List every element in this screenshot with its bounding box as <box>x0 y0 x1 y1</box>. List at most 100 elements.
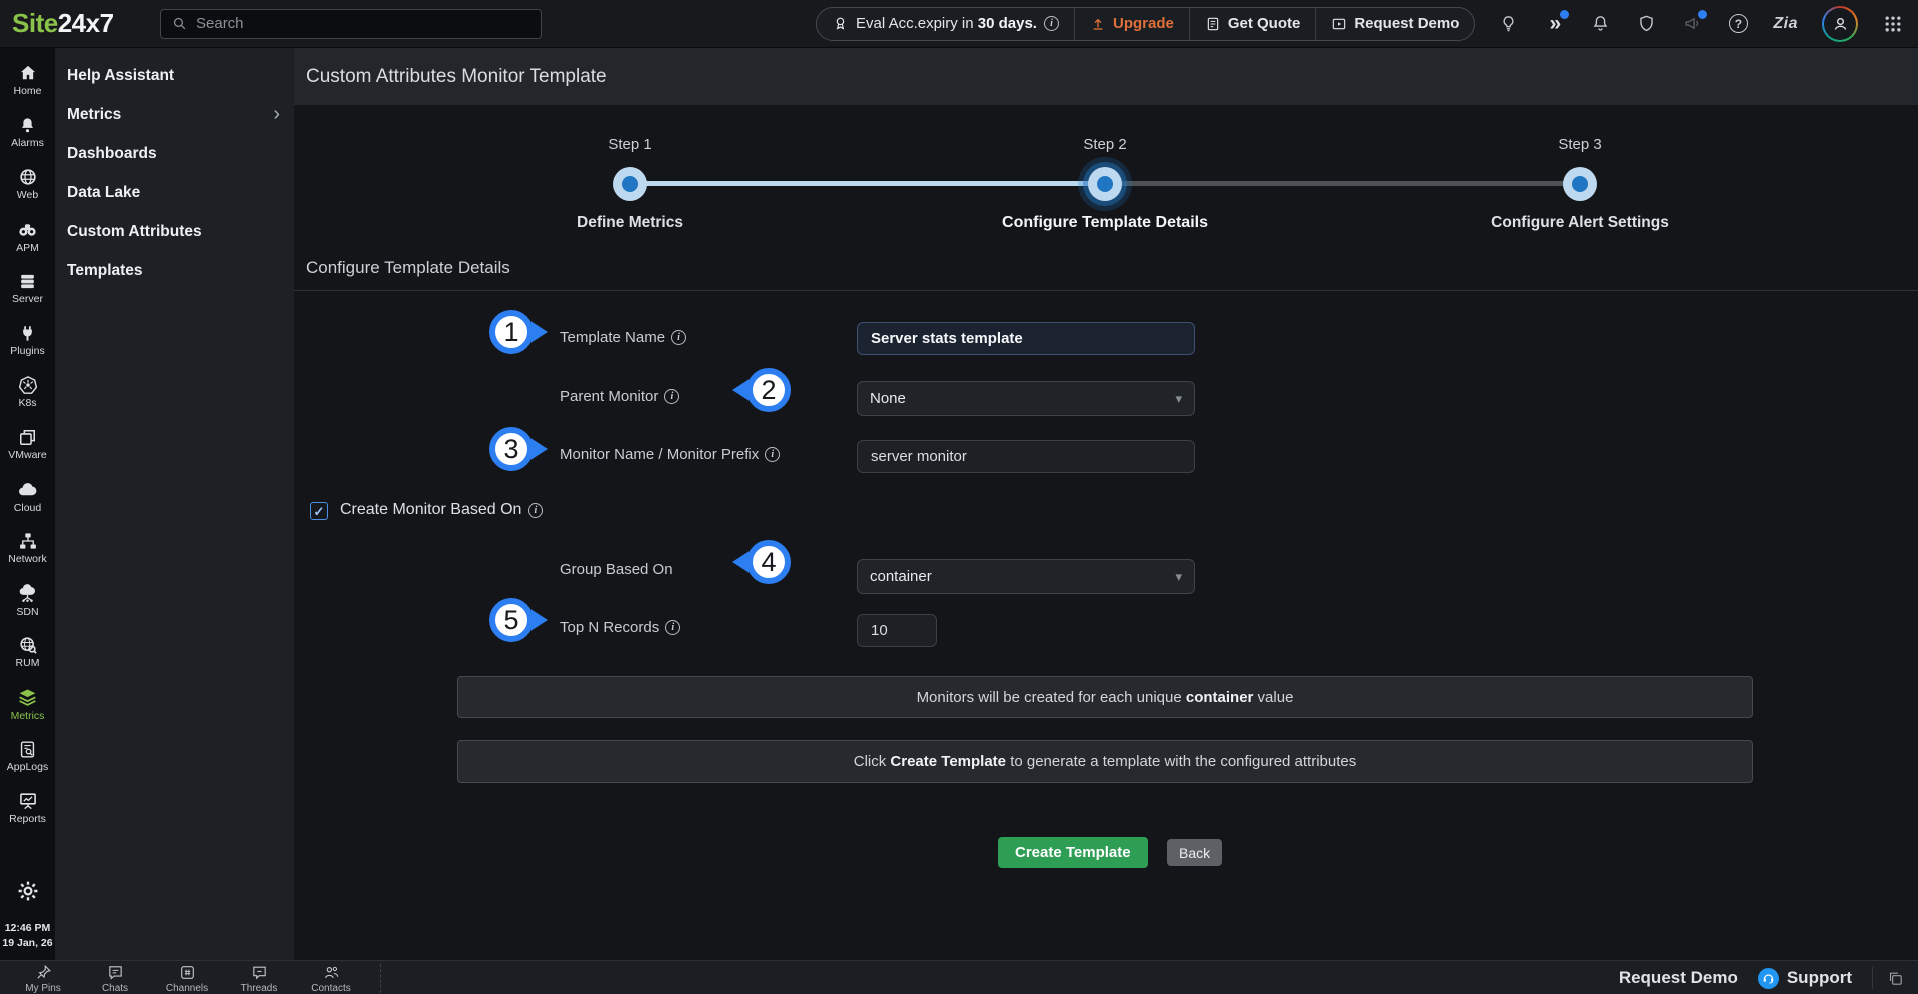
rail-item-reports[interactable]: Reports <box>0 782 55 834</box>
reports-board-icon <box>18 791 38 811</box>
create-monitor-checkbox[interactable] <box>310 502 328 520</box>
info-icon[interactable] <box>1044 16 1059 31</box>
info-icon[interactable] <box>671 330 686 345</box>
sidebar-item-help-assistant[interactable]: Help Assistant <box>55 56 294 95</box>
template-name-input[interactable] <box>857 322 1195 355</box>
parent-monitor-dropdown[interactable]: None ▾ <box>857 381 1195 416</box>
metrics-sidebar: Help Assistant Metrics › Dashboards Data… <box>55 48 294 960</box>
user-avatar[interactable] <box>1822 6 1858 42</box>
rail-item-home[interactable]: Home <box>0 54 55 106</box>
quote-document-icon <box>1205 16 1221 32</box>
create-monitor-label-row: Create Monitor Based On <box>340 501 543 519</box>
logo-text-white: 24x7 <box>58 8 114 38</box>
info-icon[interactable] <box>528 503 543 518</box>
topbar: Site24x7 Eval Acc.expiry in 30 days. Upg… <box>0 0 1918 48</box>
footer-support-link[interactable]: Support <box>1758 968 1852 989</box>
create-template-button[interactable]: Create Template <box>998 837 1148 868</box>
double-chevron-icon: » <box>1550 13 1560 34</box>
group-based-value: container <box>870 568 932 585</box>
wizard-step-name: Configure Template Details <box>945 214 1265 232</box>
upgrade-button[interactable]: Upgrade <box>1074 8 1189 40</box>
rail-item-apm[interactable]: APM <box>0 210 55 262</box>
rail-item-metrics[interactable]: Metrics <box>0 678 55 730</box>
home-icon <box>18 63 38 83</box>
top-n-input[interactable] <box>857 614 937 647</box>
monitor-name-input[interactable] <box>857 440 1195 473</box>
shield-icon <box>1637 14 1656 33</box>
site24x7-logo[interactable]: Site24x7 <box>0 8 160 39</box>
plug-icon <box>18 324 37 343</box>
dropdown-caret-icon: ▾ <box>1175 569 1182 585</box>
app-root: Site24x7 Eval Acc.expiry in 30 days. Upg… <box>0 0 1918 994</box>
rail-item-cloud[interactable]: Cloud <box>0 470 55 522</box>
footer-item-my-pins[interactable]: My Pins <box>14 964 72 994</box>
person-icon <box>1824 8 1856 40</box>
rail-item-web[interactable]: Web <box>0 158 55 210</box>
footer-item-contacts[interactable]: Contacts <box>302 964 360 994</box>
binoculars-icon <box>17 219 38 240</box>
template-name-label: Template Name <box>560 329 665 346</box>
rum-globe-search-icon <box>18 635 38 655</box>
request-demo-button[interactable]: Request Demo <box>1315 8 1474 40</box>
callout-marker-2: 2 <box>747 368 791 412</box>
rail-item-label: AppLogs <box>7 762 48 773</box>
wizard-step-2-node[interactable] <box>1088 167 1122 201</box>
info-icon[interactable] <box>765 447 780 462</box>
eval-expiry-notice[interactable]: Eval Acc.expiry in 30 days. <box>817 8 1074 40</box>
sidebar-item-metrics[interactable]: Metrics › <box>55 95 294 134</box>
notifications-button[interactable] <box>1589 13 1611 35</box>
sidebar-item-data-lake[interactable]: Data Lake <box>55 173 294 212</box>
group-based-label-row: Group Based On <box>560 561 673 578</box>
banner-text: value <box>1253 689 1293 706</box>
info-icon[interactable] <box>665 620 680 635</box>
parent-monitor-value: None <box>870 390 906 407</box>
rail-item-label: Cloud <box>14 503 41 514</box>
announcements-button[interactable] <box>1681 13 1703 35</box>
group-based-dropdown[interactable]: container ▾ <box>857 559 1195 594</box>
upgrade-arrow-icon <box>1090 16 1106 32</box>
top-n-label-row: Top N Records <box>560 619 680 636</box>
wizard-step-3-node[interactable] <box>1563 167 1597 201</box>
help-button[interactable] <box>1727 13 1749 35</box>
notification-dot <box>1560 10 1569 19</box>
rail-item-k8s[interactable]: K8s <box>0 366 55 418</box>
gear-icon <box>16 879 40 903</box>
step-dot-icon <box>1097 176 1113 192</box>
rail-item-label: SDN <box>16 607 38 618</box>
info-icon[interactable] <box>664 389 679 404</box>
sidebar-item-custom-attributes[interactable]: Custom Attributes <box>55 212 294 251</box>
footer-item-threads[interactable]: Threads <box>230 964 288 994</box>
whats-new-button[interactable]: » <box>1543 13 1565 35</box>
chat-bubble-icon <box>107 964 124 981</box>
rail-item-server[interactable]: Server <box>0 262 55 314</box>
rail-item-vmware[interactable]: VMware <box>0 418 55 470</box>
rail-item-label: Alarms <box>11 138 44 149</box>
rail-item-label: APM <box>16 243 39 254</box>
get-quote-button[interactable]: Get Quote <box>1189 8 1316 40</box>
rail-item-alarms[interactable]: Alarms <box>0 106 55 158</box>
settings-button[interactable] <box>16 879 40 903</box>
zia-assistant-button[interactable]: Zia <box>1773 13 1798 35</box>
global-search[interactable] <box>160 9 542 39</box>
back-button[interactable]: Back <box>1167 839 1222 866</box>
ideas-button[interactable] <box>1497 13 1519 35</box>
sidebar-item-templates[interactable]: Templates <box>55 251 294 290</box>
rail-item-network[interactable]: Network <box>0 522 55 574</box>
rail-item-rum[interactable]: RUM <box>0 626 55 678</box>
search-input[interactable] <box>196 15 531 32</box>
app-switcher-button[interactable] <box>1882 13 1904 35</box>
sidebar-item-dashboards[interactable]: Dashboards <box>55 134 294 173</box>
copy-clipboard-icon[interactable] <box>1872 967 1904 989</box>
rail-item-sdn[interactable]: SDN <box>0 574 55 626</box>
footer-item-channels[interactable]: Channels <box>158 964 216 994</box>
footer-item-chats[interactable]: Chats <box>86 964 144 994</box>
logo-text-green: Site <box>12 8 58 38</box>
rail-item-applogs[interactable]: AppLogs <box>0 730 55 782</box>
rail-item-plugins[interactable]: Plugins <box>0 314 55 366</box>
grid-icon <box>1883 14 1903 34</box>
footer-item-label: Contacts <box>311 984 350 994</box>
footer-request-demo-link[interactable]: Request Demo <box>1619 968 1738 988</box>
wizard-step-1-node[interactable] <box>613 167 647 201</box>
security-button[interactable] <box>1635 13 1657 35</box>
banner-text: Monitors will be created for each unique <box>917 689 1186 706</box>
